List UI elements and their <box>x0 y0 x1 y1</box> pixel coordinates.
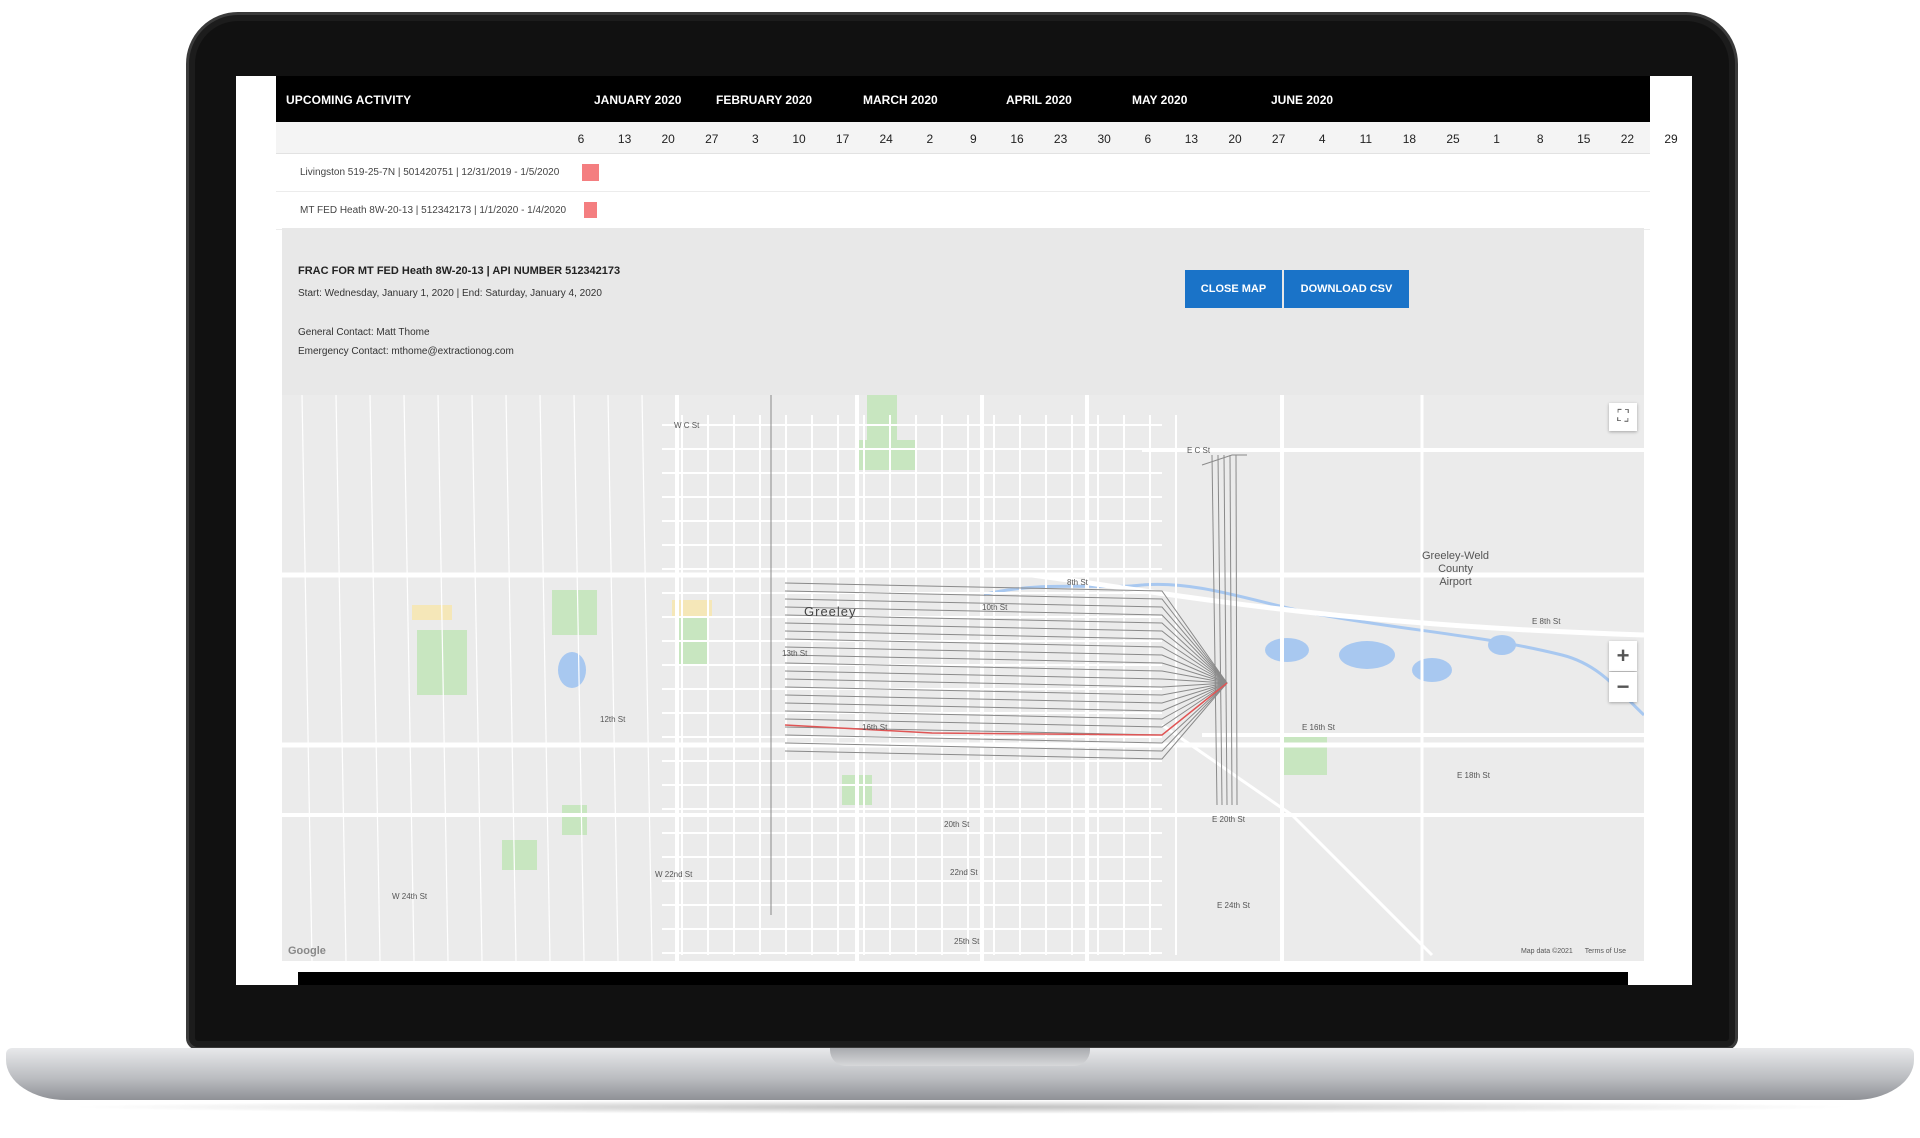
street-label: E 8th St <box>1532 617 1561 626</box>
timeline-header: UPCOMING ACTIVITY JANUARY 2020 FEBRUARY … <box>276 76 1650 122</box>
day-tick: 29 <box>1664 132 1678 146</box>
month-label: JANUARY 2020 <box>594 93 682 107</box>
day-tick: 23 <box>1053 132 1068 146</box>
day-tick: 3 <box>752 132 759 146</box>
street-label: 22nd St <box>950 868 978 877</box>
airport-line: Greeley-Weld <box>1422 550 1490 562</box>
laptop-notch <box>830 1048 1090 1066</box>
day-tick: 24 <box>879 132 893 146</box>
street-label: E 16th St <box>1302 723 1335 732</box>
street-label: E 18th St <box>1457 771 1490 780</box>
month-label: APRIL 2020 <box>1006 93 1072 107</box>
street-label: 10th St <box>982 603 1008 612</box>
detail-panel: FRAC FOR MT FED Heath 8W-20-13 | API NUM… <box>282 228 1644 395</box>
laptop-frame: UPCOMING ACTIVITY JANUARY 2020 FEBRUARY … <box>0 0 1920 1138</box>
day-tick: 17 <box>835 132 850 146</box>
day-tick: 20 <box>1228 132 1242 146</box>
row-label: MT FED Heath 8W-20-13 | 512342173 | 1/1/… <box>300 205 567 216</box>
day-tick: 13 <box>1184 132 1199 146</box>
table-header-bar <box>298 972 1628 985</box>
street-label: E 24th St <box>1217 901 1250 910</box>
day-tick: 27 <box>705 132 719 146</box>
day-tick: 9 <box>970 132 977 146</box>
day-tick: 27 <box>1271 132 1286 146</box>
day-tick: 1 <box>1493 132 1500 146</box>
street-label: 12th St <box>600 715 626 724</box>
zoom-in-button[interactable]: + <box>1609 641 1637 671</box>
timeline-row[interactable]: Livingston 519-25-7N | 501420751 | 12/31… <box>276 154 1650 192</box>
activity-bar[interactable] <box>582 164 599 181</box>
google-logo: Google <box>288 945 326 957</box>
row-label: Livingston 519-25-7N | 501420751 | 12/31… <box>300 167 560 178</box>
month-label: JUNE 2020 <box>1271 93 1334 107</box>
street-label: W 22nd St <box>655 870 693 879</box>
day-tick: 10 <box>792 132 806 146</box>
day-tick: 6 <box>577 132 585 146</box>
day-tick: 30 <box>1097 132 1111 146</box>
activity-bar[interactable] <box>584 202 597 218</box>
street-label: 25th St <box>954 937 980 946</box>
fullscreen-icon: ⛶ <box>1617 408 1629 425</box>
day-tick: 16 <box>1010 132 1024 146</box>
airport-line: Airport <box>1439 576 1472 588</box>
download-csv-button[interactable]: DOWNLOAD CSV <box>1284 270 1409 308</box>
day-tick: 8 <box>1536 132 1544 146</box>
timeline-row[interactable]: MT FED Heath 8W-20-13 | 512342173 | 1/1/… <box>276 192 1650 230</box>
month-label: MAY 2020 <box>1132 93 1188 107</box>
day-tick: 18 <box>1402 132 1417 146</box>
airport-label: Greeley-Weld County Airport <box>1422 550 1489 589</box>
day-tick: 13 <box>617 132 632 146</box>
month-label: MARCH 2020 <box>863 93 938 107</box>
timeline-title: UPCOMING ACTIVITY <box>286 93 412 107</box>
street-label: W 24th St <box>392 892 428 901</box>
street-label: E C St <box>1187 446 1211 455</box>
street-label: 16th St <box>862 723 888 732</box>
fullscreen-button[interactable]: ⛶ <box>1609 403 1637 431</box>
day-tick: 25 <box>1446 132 1460 146</box>
general-contact: General Contact: Matt Thome <box>298 327 430 338</box>
street-label: 13th St <box>782 649 808 658</box>
timeline-days: 6 13 20 27 3 10 17 24 2 9 16 23 30 6 13 20 27 4 11 18 25 1 8 15… <box>276 122 1678 154</box>
emergency-contact: Emergency Contact: mthome@extractionog.c… <box>298 346 514 357</box>
panel-title: FRAC FOR MT FED Heath 8W-20-13 | API NUM… <box>298 265 621 277</box>
street-label: 8th St <box>1067 578 1088 587</box>
laptop-shadow <box>60 1100 1860 1114</box>
screen: UPCOMING ACTIVITY JANUARY 2020 FEBRUARY … <box>236 76 1692 985</box>
day-tick: 6 <box>1144 132 1152 146</box>
panel-dates: Start: Wednesday, January 1, 2020 | End:… <box>298 288 602 299</box>
day-tick: 15 <box>1577 132 1591 146</box>
street-label: W C St <box>674 421 700 430</box>
map[interactable]: Greeley Greeley-Weld County Airport W C … <box>282 395 1644 961</box>
day-tick: 2 <box>926 132 934 146</box>
day-tick: 11 <box>1359 132 1373 146</box>
month-label: FEBRUARY 2020 <box>716 93 813 107</box>
airport-line: County <box>1438 563 1473 575</box>
zoom-out-button[interactable]: − <box>1609 672 1637 702</box>
day-tick: 4 <box>1318 132 1326 146</box>
map-data-text: Map data ©2021 <box>1520 948 1573 955</box>
street-label: 20th St <box>944 820 970 829</box>
city-label: Greeley <box>804 604 857 619</box>
day-tick: 20 <box>661 132 675 146</box>
terms-link[interactable]: Terms of Use <box>1585 948 1626 955</box>
day-tick: 22 <box>1620 132 1635 146</box>
map-attribution: Map data ©2021 Terms of Use <box>1511 948 1626 955</box>
close-map-button[interactable]: CLOSE MAP <box>1185 270 1282 308</box>
street-label: E 20th St <box>1212 815 1245 824</box>
